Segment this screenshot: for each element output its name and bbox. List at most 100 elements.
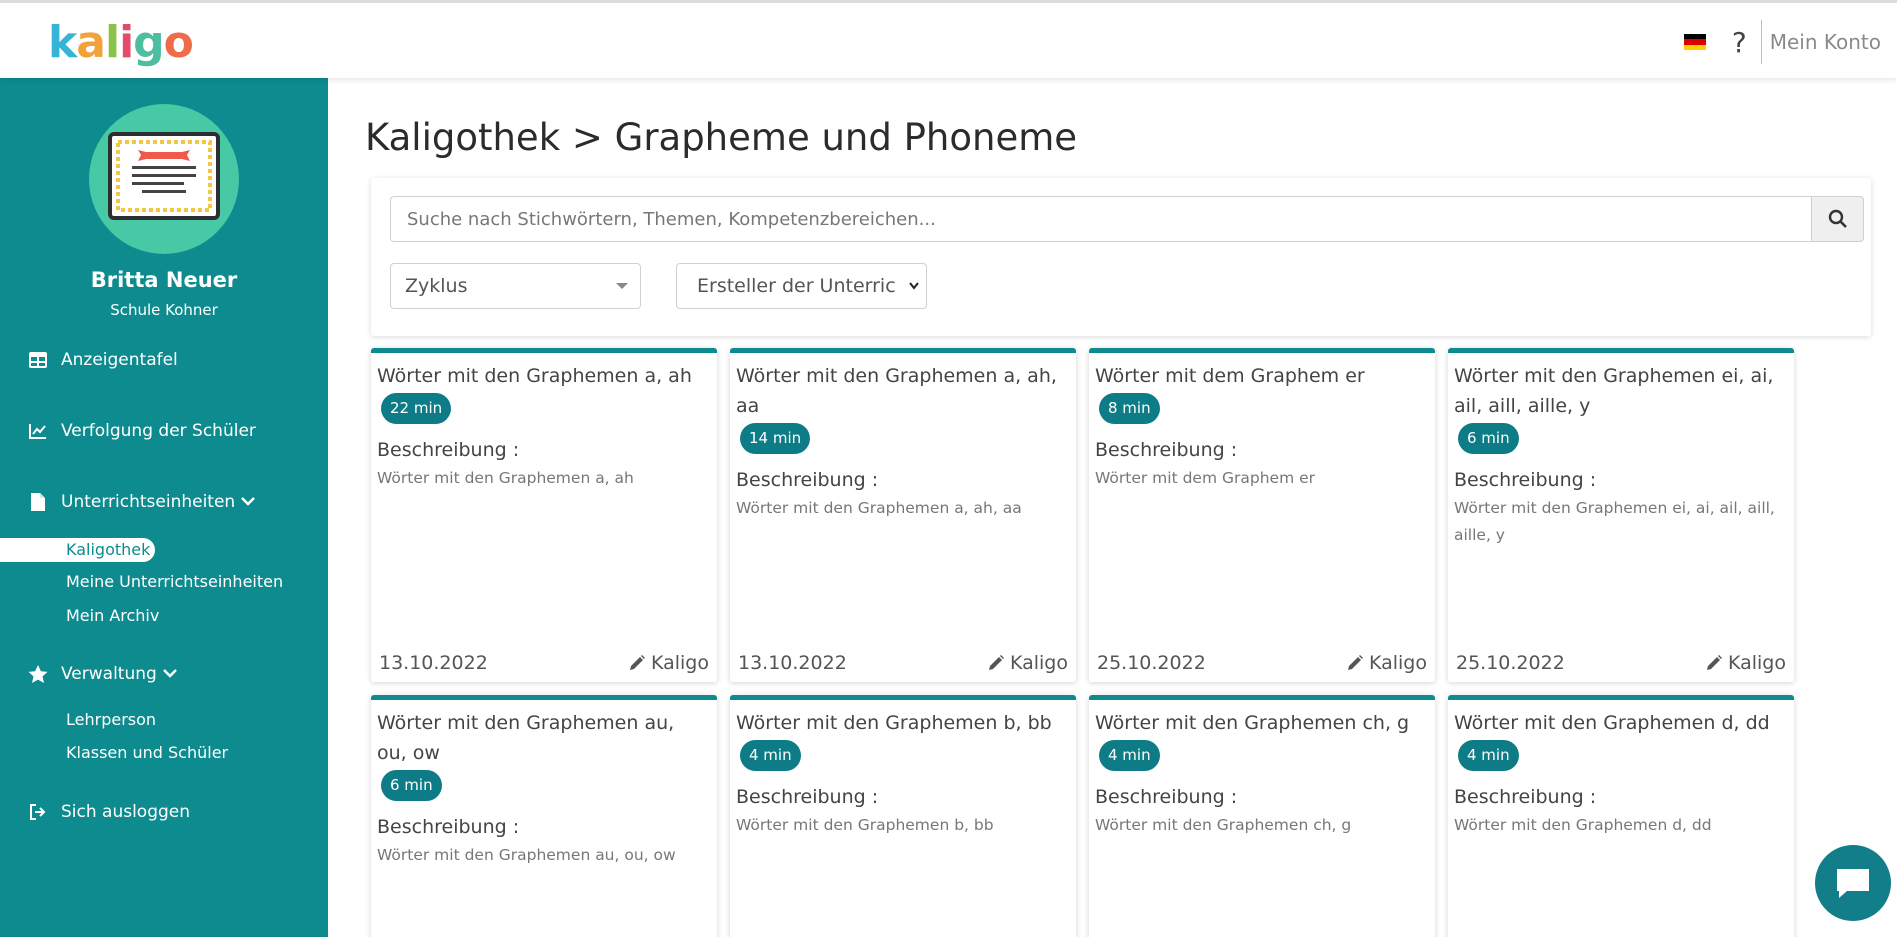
sidebar-subitem-teacher[interactable]: Lehrperson — [66, 710, 156, 729]
sidebar-item-label: Verwaltung — [61, 664, 157, 684]
star-icon — [28, 664, 48, 684]
sidebar-item-label: Sich ausloggen — [61, 802, 191, 822]
card-date: 13.10.2022 — [379, 652, 488, 674]
card-author: Kaligo — [1346, 652, 1427, 674]
unit-card[interactable]: Wörter mit den Graphemen ch, g 4 min Bes… — [1089, 695, 1435, 937]
help-button[interactable]: ? — [1732, 26, 1747, 59]
duration-badge: 4 min — [1458, 740, 1519, 771]
description-label: Beschreibung : — [1095, 439, 1238, 461]
chevron-down-icon — [241, 494, 256, 510]
avatar[interactable] — [89, 104, 239, 254]
sidebar-subitem-classes[interactable]: Klassen und Schüler — [66, 743, 228, 762]
certificate-icon — [108, 132, 220, 220]
duration-badge: 4 min — [740, 740, 801, 771]
logo-letter: i — [119, 17, 134, 68]
divider — [1760, 20, 1762, 64]
unit-card[interactable]: Wörter mit den Graphemen a, ah, aa 14 mi… — [730, 348, 1076, 682]
sidebar-item-student-tracking[interactable]: Verfolgung der Schüler — [28, 421, 256, 441]
account-button[interactable]: Mein Konto — [1770, 30, 1881, 54]
card-title: Wörter mit den Graphemen a, ah, aa — [736, 365, 1057, 417]
pencil-icon — [629, 655, 645, 670]
description-label: Beschreibung : — [377, 816, 520, 838]
unit-card[interactable]: Wörter mit den Graphemen a, ah 22 min Be… — [371, 348, 717, 682]
card-author: Kaligo — [1705, 652, 1786, 674]
sidebar-item-teaching-units[interactable]: Unterrichtseinheiten — [28, 492, 256, 512]
logo-letter: k — [48, 17, 77, 68]
logo-letter: l — [104, 17, 120, 68]
creator-select-value: Ersteller der Unterric — [697, 275, 896, 297]
duration-badge: 4 min — [1099, 740, 1160, 771]
sidebar-item-administration[interactable]: Verwaltung — [28, 664, 177, 684]
sidebar-item-label: Unterrichtseinheiten — [61, 492, 236, 512]
creator-select[interactable]: Ersteller der Unterric — [676, 263, 927, 309]
description-label: Beschreibung : — [1454, 786, 1597, 808]
logo-letter: g — [133, 17, 164, 68]
description-label: Beschreibung : — [1454, 469, 1597, 491]
chevron-down-icon — [906, 264, 920, 308]
cycle-select-value: Zyklus — [405, 275, 468, 297]
description-label: Beschreibung : — [1095, 786, 1238, 808]
kaligo-logo[interactable]: kaligo — [48, 17, 194, 69]
unit-card[interactable]: Wörter mit den Graphemen b, bb 4 min Bes… — [730, 695, 1076, 937]
unit-card[interactable]: Wörter mit den Graphemen d, dd 4 min Bes… — [1448, 695, 1794, 937]
chart-line-icon — [28, 421, 48, 441]
duration-badge: 6 min — [1458, 423, 1519, 454]
description-label: Beschreibung : — [736, 786, 879, 808]
logo-letter: o — [163, 17, 194, 68]
card-author: Kaligo — [987, 652, 1068, 674]
unit-card[interactable]: Wörter mit den Graphemen ei, ai, ail, ai… — [1448, 348, 1794, 682]
cycle-select[interactable]: Zyklus — [390, 263, 641, 309]
search-input[interactable] — [390, 196, 1812, 242]
unit-card[interactable]: Wörter mit dem Graphem er 8 min Beschrei… — [1089, 348, 1435, 682]
chat-icon — [1837, 869, 1869, 898]
author-name: Kaligo — [1009, 652, 1068, 674]
card-title: Wörter mit dem Graphem er — [1095, 365, 1365, 387]
card-title: Wörter mit den Graphemen ei, ai, ail, ai… — [1454, 365, 1774, 417]
topbar-actions: ? Mein Konto — [1683, 19, 1881, 65]
description-text: Wörter mit den Graphemen a, ah — [377, 469, 634, 487]
chat-button[interactable] — [1815, 845, 1891, 921]
pencil-icon — [1347, 655, 1363, 670]
unit-card[interactable]: Wörter mit den Graphemen au, ou, ow 6 mi… — [371, 695, 717, 937]
sidebar-item-dashboard[interactable]: Anzeigentafel — [28, 350, 178, 370]
german-flag-icon[interactable] — [1683, 34, 1706, 50]
page-title: Kaligothek > Grapheme und Phoneme — [365, 116, 1078, 159]
caret-down-icon — [616, 283, 628, 289]
user-name: Britta Neuer — [90, 268, 238, 292]
sidebar-item-label: Verfolgung der Schüler — [61, 421, 256, 441]
description-text: Wörter mit den Graphemen ei, ai, ail, ai… — [1454, 499, 1775, 544]
description-text: Wörter mit den Graphemen d, dd — [1454, 816, 1712, 834]
sidebar-item-label: Anzeigentafel — [61, 350, 178, 370]
author-name: Kaligo — [1727, 652, 1786, 674]
dashboard-icon — [28, 350, 48, 370]
sidebar-subitem-kaligothek[interactable]: Kaligothek — [0, 538, 155, 562]
duration-badge: 8 min — [1099, 393, 1160, 424]
pencil-icon — [1706, 655, 1722, 670]
search-icon — [1828, 209, 1847, 228]
card-title: Wörter mit den Graphemen a, ah — [377, 365, 692, 387]
card-author: Kaligo — [628, 652, 709, 674]
duration-badge: 22 min — [381, 393, 452, 424]
card-date: 25.10.2022 — [1097, 652, 1206, 674]
card-title: Wörter mit den Graphemen ch, g — [1095, 712, 1410, 734]
author-name: Kaligo — [1368, 652, 1427, 674]
description-label: Beschreibung : — [377, 439, 520, 461]
sidebar-subitem-archive[interactable]: Mein Archiv — [66, 606, 159, 625]
user-school: Schule Kohner — [110, 301, 218, 319]
description-text: Wörter mit dem Graphem er — [1095, 469, 1316, 487]
sidebar: Britta Neuer Schule Kohner Anzeigentafel… — [0, 78, 328, 937]
description-text: Wörter mit den Graphemen b, bb — [736, 816, 994, 834]
chevron-down-icon — [162, 666, 177, 682]
logo-letter: a — [76, 17, 106, 68]
search-button[interactable] — [1811, 196, 1864, 242]
description-text: Wörter mit den Graphemen au, ou, ow — [377, 846, 676, 864]
card-title: Wörter mit den Graphemen d, dd — [1454, 712, 1770, 734]
sidebar-item-logout[interactable]: Sich ausloggen — [28, 802, 190, 822]
pencil-icon — [988, 655, 1004, 670]
card-title: Wörter mit den Graphemen b, bb — [736, 712, 1052, 734]
description-text: Wörter mit den Graphemen ch, g — [1095, 816, 1352, 834]
search-panel: Zyklus Ersteller der Unterric — [371, 178, 1871, 336]
sidebar-subitem-my-units[interactable]: Meine Unterrichtseinheiten — [66, 572, 283, 591]
description-label: Beschreibung : — [736, 469, 879, 491]
card-date: 13.10.2022 — [738, 652, 847, 674]
